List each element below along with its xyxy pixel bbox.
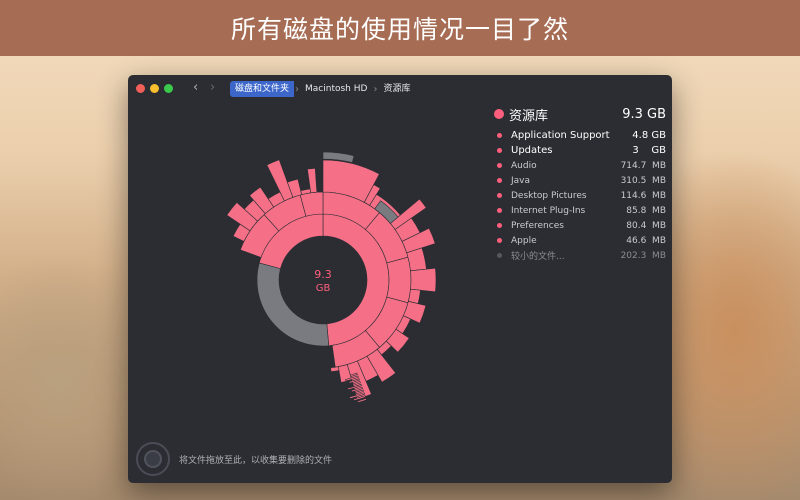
legend-header[interactable]: 资源库 9.3 GB [494,106,666,124]
legend-item-size: 85.8 MB [626,205,666,216]
legend-item-size: 114.6 MB [620,190,666,201]
legend-item-name: Application Support [511,130,610,141]
breadcrumb: 磁盘和文件夹 › Macintosh HD › 资源库 [230,81,415,97]
legend-item-name: Desktop Pictures [511,190,587,201]
legend-dot [497,178,502,183]
minimize-window-button[interactable] [150,84,159,93]
legend-item[interactable]: Java 310.5 MB [494,173,666,188]
breadcrumb-item-disks[interactable]: 磁盘和文件夹 [230,81,295,97]
sunburst-segment[interactable] [330,366,340,372]
app-window: ‹ › 磁盘和文件夹 › Macintosh HD › 资源库 9.3 GB 资… [128,75,672,483]
chart-center-size: 9.3 [314,268,332,281]
legend-item-size: 714.7 MB [620,160,666,171]
legend-item[interactable]: Apple 46.6 MB [494,233,666,248]
legend-dot [497,133,502,138]
legend-item-name: 较小的文件... [511,252,565,262]
collector-inner-icon [144,450,162,468]
dropzone-hint: 将文件拖放至此，以收集要删除的文件 [179,456,333,466]
legend-header-size: 9.3 GB [622,106,666,122]
legend-item-size: 4.8 GB [632,130,666,141]
legend-dot [497,163,502,168]
legend-item-size: 310.5 MB [620,175,666,186]
legend-item[interactable]: Desktop Pictures 114.6 MB [494,188,666,203]
sunburst-chart[interactable]: 9.3 GB [203,145,443,415]
legend-item[interactable]: Preferences 80.4 MB [494,218,666,233]
breadcrumb-item-library[interactable]: 资源库 [378,81,415,97]
promo-banner: 所有磁盘的使用情况一目了然 [0,0,800,56]
sunburst-segment[interactable] [386,256,412,304]
legend-list: Application Support 4.8 GB Updates 3 GB Audi… [494,128,666,263]
legend-dot [497,253,502,258]
legend-dot [497,148,502,153]
legend-item-size: 80.4 MB [626,220,666,231]
legend-dot [497,193,502,198]
forward-arrow-icon[interactable]: › [210,80,215,95]
legend-item[interactable]: 较小的文件... 202.3 MB [494,248,666,263]
legend-item[interactable]: Audio 714.7 MB [494,158,666,173]
banner-title: 所有磁盘的使用情况一目了然 [230,15,569,44]
legend-item[interactable]: Application Support 4.8 GB [494,128,666,143]
chart-center-unit: GB [316,283,331,294]
legend-header-name: 资源库 [509,108,549,124]
legend-panel: 资源库 9.3 GB Application Support 4.8 GB Upda… [494,106,666,263]
legend-item[interactable]: Updates 3 GB [494,143,666,158]
close-window-button[interactable] [136,84,145,93]
sunburst-segment[interactable] [410,267,437,293]
breadcrumb-item-macintosh-hd[interactable]: Macintosh HD [300,81,372,97]
zoom-window-button[interactable] [164,84,173,93]
legend-item-name: Apple [511,235,537,246]
legend-dot [494,109,504,119]
legend-item-name: Audio [511,160,537,171]
legend-item-name: Updates [511,145,553,156]
legend-dot [497,238,502,243]
legend-item-size: 46.6 MB [626,235,666,246]
legend-item-name: Preferences [511,220,564,231]
legend-item[interactable]: Internet Plug-Ins 85.8 MB [494,203,666,218]
legend-item-size: 3 GB [632,145,666,156]
legend-item-size: 202.3 MB [620,250,666,261]
legend-dot [497,223,502,228]
back-arrow-icon[interactable]: ‹ [193,80,198,95]
legend-item-name: Java [511,175,531,186]
legend-dot [497,208,502,213]
legend-item-name: Internet Plug-Ins [511,205,586,216]
collector-dropzone-icon[interactable] [136,442,170,476]
